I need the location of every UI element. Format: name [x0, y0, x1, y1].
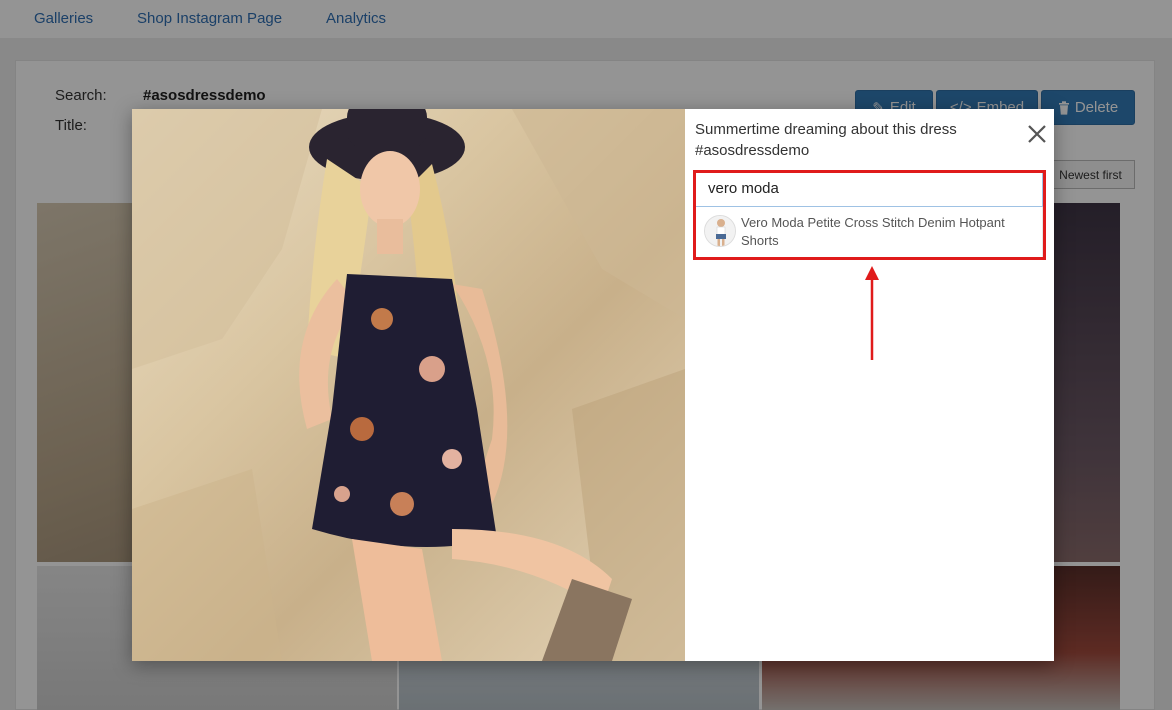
close-icon: [1028, 125, 1046, 143]
product-search-input[interactable]: [696, 171, 1042, 206]
modal-sidebar: Summertime dreaming about this dress #as…: [685, 109, 1054, 661]
product-search-box: [695, 170, 1043, 207]
product-result-item[interactable]: Vero Moda Petite Cross Stitch Denim Hotp…: [695, 207, 1043, 259]
product-result-label: Vero Moda Petite Cross Stitch Denim Hotp…: [741, 215, 1005, 248]
post-caption: Summertime dreaming about this dress #as…: [695, 121, 957, 159]
close-button[interactable]: [1025, 122, 1049, 146]
post-photo-illustration: [132, 109, 685, 661]
arrow-up-icon: [865, 266, 879, 360]
product-thumbnail: [704, 215, 736, 247]
post-modal: Summertime dreaming about this dress #as…: [132, 109, 1054, 661]
post-photo: [132, 109, 685, 661]
product-thumbnail-image: [705, 216, 735, 246]
